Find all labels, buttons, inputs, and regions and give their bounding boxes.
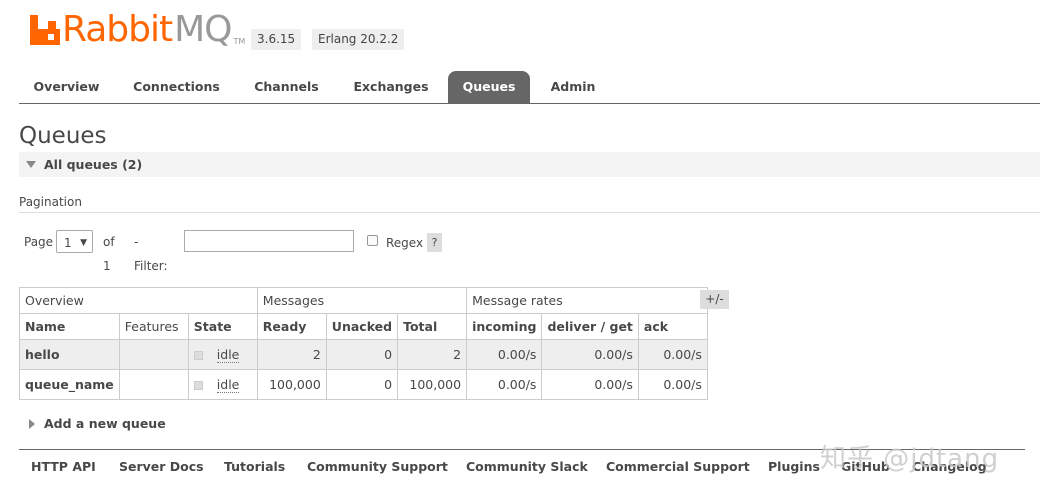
queues-table: Overview Messages Message rates Name Fea…: [19, 287, 708, 400]
footer-link-community-slack[interactable]: Community Slack: [466, 459, 588, 474]
column-header-state[interactable]: State: [187, 313, 258, 340]
queue-state-label: idle: [216, 347, 240, 363]
filter-label: - Filter:: [134, 235, 168, 273]
columns-toggle-button[interactable]: +/-: [700, 290, 729, 309]
footer-link-http-api[interactable]: HTTP API: [31, 459, 96, 474]
main-nav-tabs: Overview Connections Channels Exchanges …: [19, 71, 1040, 104]
erlang-version-badge: Erlang 20.2.2: [312, 29, 405, 50]
queue-total: 2: [397, 339, 468, 370]
collapse-triangle-icon: [26, 161, 36, 168]
expand-triangle-icon: [29, 419, 35, 429]
tab-channels[interactable]: Channels: [239, 71, 334, 103]
state-indicator-icon: [193, 381, 203, 390]
tab-exchanges[interactable]: Exchanges: [341, 71, 441, 103]
queue-features: [118, 369, 189, 400]
column-header-name[interactable]: Name: [19, 313, 120, 340]
filter-input[interactable]: [184, 230, 354, 252]
page-select-value: 1: [64, 236, 72, 250]
tab-overview[interactable]: Overview: [19, 71, 114, 103]
queue-state-label: idle: [216, 377, 240, 393]
rabbitmq-logo-icon: [30, 15, 60, 45]
column-header-unacked[interactable]: Unacked: [325, 313, 399, 340]
logo-mq-text: MQ: [174, 9, 232, 50]
regex-checkbox[interactable]: [367, 235, 378, 246]
page-label: Page: [24, 235, 54, 249]
pagination-label: Pagination: [19, 195, 82, 209]
all-queues-section-toggle[interactable]: All queues (2): [19, 152, 1040, 177]
regex-label: Regex: [386, 236, 424, 250]
table-row[interactable]: hello idle 2 0 2 0.00/s 0.00/s 0.00/s: [19, 339, 708, 370]
footer-link-community-support[interactable]: Community Support: [307, 459, 448, 474]
state-indicator-icon: [193, 351, 203, 360]
tab-queues[interactable]: Queues: [448, 71, 530, 103]
dropdown-arrow-icon: ▼: [80, 238, 87, 248]
queue-features: [118, 339, 189, 370]
footer-link-commercial-support[interactable]: Commercial Support: [606, 459, 750, 474]
tab-connections[interactable]: Connections: [119, 71, 234, 103]
column-header-deliver-get[interactable]: deliver / get: [541, 313, 639, 340]
queue-name-link[interactable]: queue_name: [19, 369, 120, 400]
queue-ack-rate: 0.00/s: [637, 369, 708, 400]
queue-ready: 2: [256, 339, 327, 370]
column-header-ack[interactable]: ack: [637, 313, 708, 340]
column-header-incoming[interactable]: incoming: [466, 313, 543, 340]
column-header-total[interactable]: Total: [397, 313, 468, 340]
logo-rabbit-text: Rabbit: [62, 9, 173, 50]
footer-link-server-docs[interactable]: Server Docs: [119, 459, 204, 474]
watermark: 知乎 @jdtang: [820, 444, 1000, 474]
page-select[interactable]: 1 ▼: [56, 230, 93, 253]
queue-state: idle: [187, 369, 258, 400]
tab-admin[interactable]: Admin: [539, 71, 607, 103]
column-header-features[interactable]: Features: [118, 313, 189, 340]
column-header-ready[interactable]: Ready: [256, 313, 327, 340]
table-row[interactable]: queue_name idle 100,000 0 100,000 0.00/s…: [19, 369, 708, 400]
page-title: Queues: [19, 123, 107, 149]
queue-ready: 100,000: [256, 369, 327, 400]
group-header-overview: Overview: [19, 287, 258, 314]
add-new-queue-label: Add a new queue: [44, 416, 166, 431]
pagination-divider: [19, 212, 1040, 213]
regex-help-button[interactable]: ?: [427, 233, 442, 252]
queue-total: 100,000: [397, 369, 468, 400]
all-queues-label: All queues (2): [44, 157, 143, 172]
queue-incoming-rate: 0.00/s: [466, 369, 543, 400]
rabbitmq-version-badge: 3.6.15: [251, 29, 302, 50]
queue-name-link[interactable]: hello: [19, 339, 120, 370]
queue-incoming-rate: 0.00/s: [466, 339, 543, 370]
footer-link-tutorials[interactable]: Tutorials: [224, 459, 285, 474]
queue-unacked: 0: [325, 369, 399, 400]
footer-link-plugins[interactable]: Plugins: [768, 459, 820, 474]
queue-unacked: 0: [325, 339, 399, 370]
logo-trademark: TM: [233, 37, 246, 46]
queue-deliver-get-rate: 0.00/s: [541, 369, 639, 400]
group-header-message-rates: Message rates: [466, 287, 708, 314]
queue-state: idle: [187, 339, 258, 370]
rabbitmq-logo[interactable]: Rabbit MQ TM: [30, 12, 245, 48]
page-count-label: of 1: [103, 235, 115, 273]
queue-deliver-get-rate: 0.00/s: [541, 339, 639, 370]
group-header-messages: Messages: [256, 287, 468, 314]
queue-ack-rate: 0.00/s: [637, 339, 708, 370]
